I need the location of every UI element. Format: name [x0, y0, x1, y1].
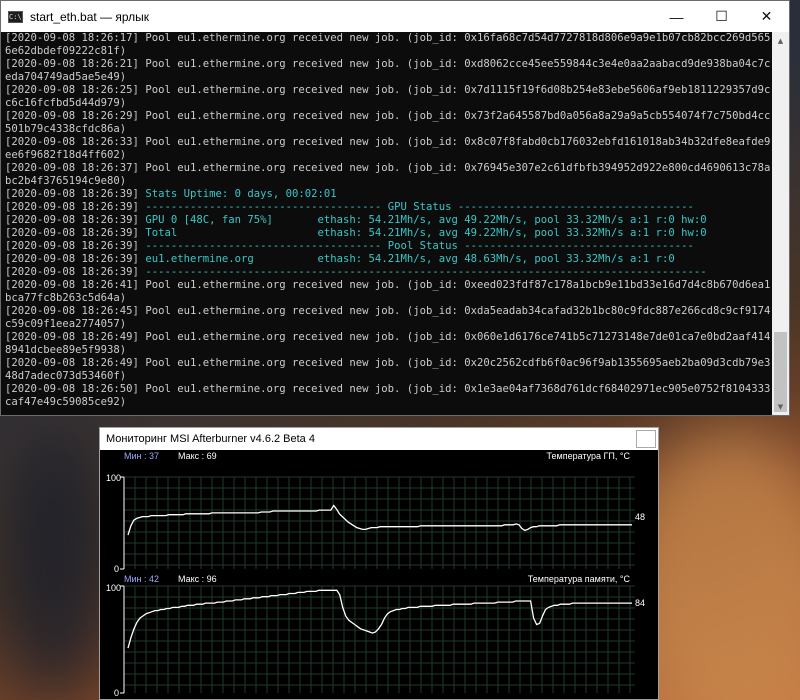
console-scrollbar[interactable]: ▲ ▼	[772, 32, 789, 415]
console-output[interactable]: [2020-09-08 18:26:17] Pool eu1.ethermine…	[1, 32, 772, 415]
afterburner-monitor-window[interactable]: Мониторинг MSI Afterburner v4.6.2 Beta 4…	[99, 427, 659, 700]
console-line: bc2b4f3765194c9e80)	[5, 175, 127, 187]
console-line: [2020-09-08 18:26:39] Total ethash: 54.2…	[5, 227, 772, 240]
console-line: c59c09f1eea2774057)	[5, 318, 127, 330]
console-line: caf47e49c59085ce92)	[5, 396, 127, 408]
monitor-titlebar[interactable]: Мониторинг MSI Afterburner v4.6.2 Beta 4	[100, 428, 658, 450]
window-title: start_eth.bat — ярлык	[30, 9, 150, 24]
console-line: 8941dcbee89e5f9938)	[5, 344, 127, 356]
console-line: [2020-09-08 18:26:45] Pool eu1.ethermine…	[5, 305, 771, 317]
scroll-down-arrow-icon[interactable]: ▼	[772, 398, 789, 415]
console-line-status: ------------------------------------- Po…	[145, 240, 694, 252]
console-line-status: ------------------------------------- GP…	[145, 201, 694, 213]
console-line-status: Total ethash: 54.21Mh/s, avg 49.22Mh/s, …	[145, 227, 707, 239]
console-line: [2020-09-08 18:26:49] Pool eu1.ethermine…	[5, 357, 771, 369]
console-line: [2020-09-08 18:26:39] ------------------…	[5, 240, 772, 253]
console-window[interactable]: C:\. start_eth.bat — ярлык — ☐ ✕ [2020-0…	[0, 0, 790, 416]
wallpaper-shadow	[0, 430, 110, 700]
close-button[interactable]: ✕	[744, 1, 789, 32]
console-line: bca77fc8b263c5d64a)	[5, 292, 127, 304]
console-line: [2020-09-08 18:26:39] Stats Uptime: 0 da…	[5, 188, 772, 201]
console-line: c6c16fcfbd5d44d979)	[5, 97, 127, 109]
console-line: [2020-09-08 18:26:39] ------------------…	[5, 201, 772, 214]
console-line: [2020-09-08 18:26:41] Pool eu1.ethermine…	[5, 279, 771, 291]
console-line-timestamp: [2020-09-08 18:26:39]	[5, 188, 146, 200]
console-line: [2020-09-08 18:26:21] Pool eu1.ethermine…	[5, 58, 771, 70]
console-line-timestamp: [2020-09-08 18:26:39]	[5, 266, 146, 278]
cmd-icon: C:\.	[8, 10, 26, 23]
console-line: [2020-09-08 18:26:17] Pool eu1.ethermine…	[5, 32, 771, 44]
scroll-up-arrow-icon[interactable]: ▲	[772, 32, 789, 49]
console-line: [2020-09-08 18:26:33] Pool eu1.ethermine…	[5, 136, 771, 148]
console-line-status: ----------------------------------------…	[145, 266, 707, 278]
monitor-title: Мониторинг MSI Afterburner v4.6.2 Beta 4	[106, 433, 315, 445]
console-line: [2020-09-08 18:26:39] ------------------…	[5, 266, 772, 279]
console-line-timestamp: [2020-09-08 18:26:39]	[5, 214, 146, 226]
console-line-timestamp: [2020-09-08 18:26:39]	[5, 253, 146, 265]
console-line-timestamp: [2020-09-08 18:26:39]	[5, 227, 146, 239]
console-line: 48d7adec073d53460f)	[5, 370, 127, 382]
console-titlebar[interactable]: C:\. start_eth.bat — ярлык — ☐ ✕	[1, 1, 789, 32]
console-line: 501b79c4338cfdc86a)	[5, 123, 127, 135]
console-line: 6e62dbdef09222c81f)	[5, 45, 127, 57]
monitor-close-button[interactable]	[636, 430, 656, 448]
maximize-button[interactable]: ☐	[699, 1, 744, 32]
console-line: [2020-09-08 18:26:39] eu1.ethermine.org …	[5, 253, 772, 266]
console-line-timestamp: [2020-09-08 18:26:39]	[5, 201, 146, 213]
console-line-status: eu1.ethermine.org ethash: 54.21Mh/s, avg…	[145, 253, 675, 265]
console-line: ee6f9682f18d4ff602)	[5, 149, 127, 161]
console-line: [2020-09-08 18:26:49] Pool eu1.ethermine…	[5, 331, 771, 343]
console-line-status: GPU 0 [48C, fan 75%] ethash: 54.21Mh/s, …	[145, 214, 707, 226]
console-line: eda704749ad5ae5e49)	[5, 71, 127, 83]
console-line: [2020-09-08 18:26:29] Pool eu1.ethermine…	[5, 110, 771, 122]
temperature-graphs	[120, 476, 635, 694]
console-line-timestamp: [2020-09-08 18:26:39]	[5, 240, 146, 252]
console-line-status: Stats Uptime: 0 days, 00:02:01	[145, 188, 337, 200]
console-line: [2020-09-08 18:26:37] Pool eu1.ethermine…	[5, 162, 771, 174]
console-line: [2020-09-08 18:26:50] Pool eu1.ethermine…	[5, 383, 771, 395]
minimize-button[interactable]: —	[654, 1, 699, 32]
console-line: [2020-09-08 18:26:25] Pool eu1.ethermine…	[5, 84, 771, 96]
console-line: [2020-09-08 18:26:39] GPU 0 [48C, fan 75…	[5, 214, 772, 227]
monitor-graph-area: Мин : 37 Макс : 69 Температура ГП, °C 10…	[100, 450, 658, 699]
